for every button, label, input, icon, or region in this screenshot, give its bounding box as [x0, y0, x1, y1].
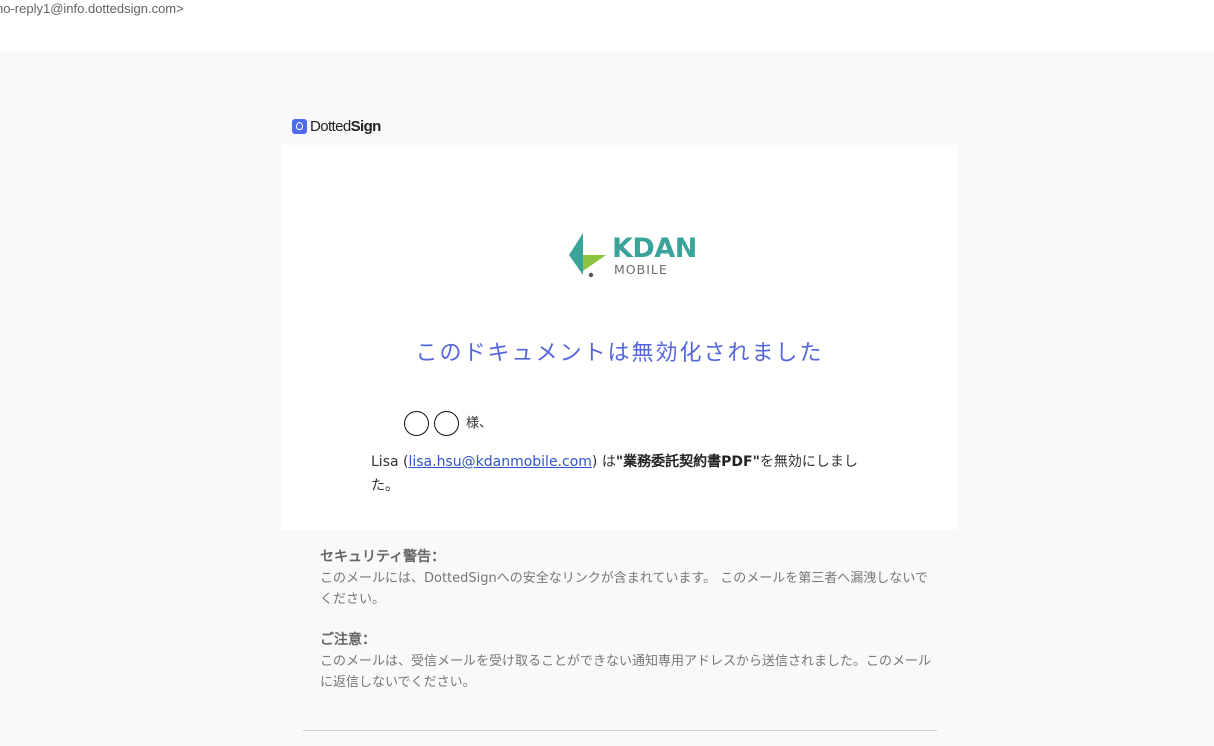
- after-email-text: ) は: [591, 454, 616, 470]
- security-warning: セキュリティ警告： このメールには、DottedSignへの安全なリンクが含まれ…: [320, 546, 940, 610]
- greeting: 様、: [404, 409, 492, 439]
- void-message: Lisa (lisa.hsu@kdanmobile.com) は"業務委託契約書…: [371, 450, 871, 498]
- footer-divider: [303, 730, 937, 731]
- brand-name: DottedSign: [310, 118, 381, 135]
- kdan-logo-text: KDAN: [612, 233, 697, 264]
- circle-icon: [434, 411, 459, 436]
- message-card: KDAN MOBILE このドキュメントは無効化されました 様、 Lisa (l…: [282, 145, 957, 530]
- notice-text: このメールは、受信メールを受け取ることができない通知専用アドレスから送信されまし…: [320, 654, 932, 690]
- notice: ご注意： このメールは、受信メールを受け取ることができない通知専用アドレスから送…: [320, 629, 940, 693]
- sender-address: no-reply1@info.dottedsign.com>: [0, 1, 184, 16]
- dottedsign-brand: DottedSign: [292, 116, 381, 136]
- kdan-logo-mark-icon: [569, 233, 606, 278]
- greeting-suffix: 様、: [466, 416, 493, 431]
- document-voided-title: このドキュメントは無効化されました: [415, 341, 824, 366]
- sender-name: Lisa: [371, 454, 399, 470]
- dottedsign-logo-icon: [292, 118, 307, 134]
- mobile-logo-text: MOBILE: [614, 262, 668, 277]
- notice-heading: ご注意：: [320, 632, 376, 648]
- open-paren: (: [398, 454, 409, 470]
- brand-name-light: Dotted: [310, 117, 351, 135]
- document-name: "業務委託契約書PDF": [615, 454, 760, 470]
- security-heading: セキュリティ警告：: [320, 549, 446, 565]
- sender-bar: no-reply1@info.dottedsign.com>: [0, 0, 1214, 52]
- brand-name-bold: Sign: [350, 117, 382, 135]
- kdan-mobile-logo: KDAN MOBILE: [569, 233, 697, 281]
- security-text: このメールには、DottedSignへの安全なリンクが含まれています。 このメー…: [320, 571, 928, 607]
- recipient-name-placeholder: [404, 409, 462, 439]
- sender-email-link[interactable]: lisa.hsu@kdanmobile.com: [408, 454, 591, 470]
- circle-icon: [404, 411, 429, 436]
